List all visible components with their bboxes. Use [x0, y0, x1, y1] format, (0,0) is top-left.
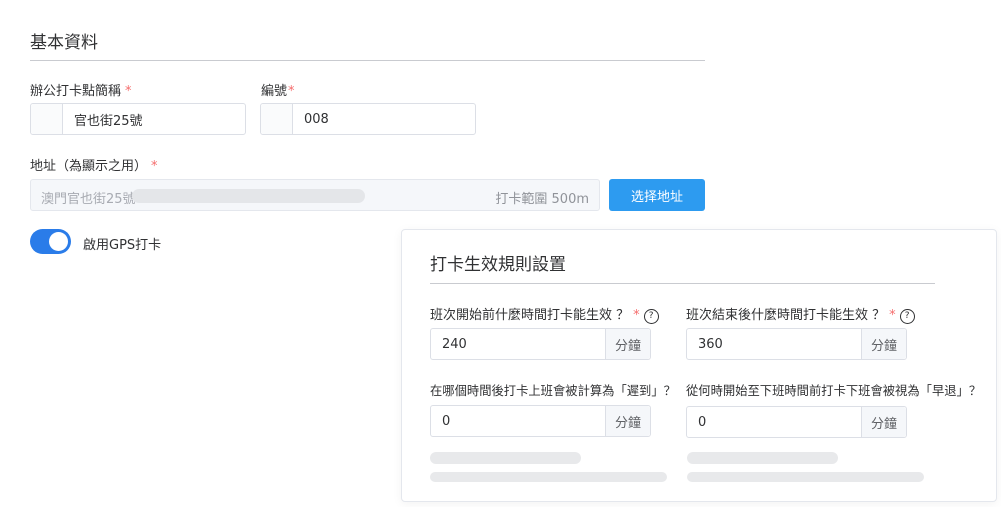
- rule-field-4-label: 從何時開始至下班時間前打卡下班會被視為「早退」？: [686, 381, 981, 399]
- rule-field-4-label-text: 從何時開始至下班時間前打卡下班會被視為「早退」？: [686, 384, 982, 398]
- rule-field-4-input[interactable]: 0 分鐘: [686, 406, 907, 438]
- check-in-rules-card: 打卡生效規則設置 班次開始前什麼時間打卡能生效 ？ *? 240 分鐘 班次結束後…: [401, 229, 997, 502]
- address-redacted-bar: [132, 189, 365, 203]
- required-mark: *: [151, 159, 158, 174]
- help-circle-icon[interactable]: ?: [643, 308, 659, 324]
- skeleton-placeholder: [430, 452, 581, 464]
- name-label-text: 辦公打卡點簡稱: [30, 84, 122, 99]
- unit-minutes-label: 分鐘: [605, 406, 650, 436]
- select-address-button[interactable]: 选择地址: [609, 179, 705, 211]
- rule-field-4-value: 0: [698, 414, 707, 430]
- gps-toggle-label: 啟用GPS打卡: [83, 238, 162, 253]
- rule-field-1-label: 班次開始前什麼時間打卡能生效 ？ *?: [430, 304, 659, 324]
- rule-field-1-input[interactable]: 240 分鐘: [430, 328, 651, 360]
- rules-card-title: 打卡生效規則設置: [430, 255, 566, 275]
- address-input[interactable]: 澳門官也街25號 打卡範圍 500m: [30, 179, 600, 211]
- code-label-text: 編號: [261, 84, 288, 99]
- code-field-label: 編號*: [261, 80, 295, 99]
- toggle-knob: [49, 232, 68, 251]
- rule-field-1-label-text: 班次開始前什麼時間打卡能生效 ？: [430, 308, 630, 323]
- rule-field-1-value: 240: [442, 336, 467, 352]
- required-mark: *: [633, 308, 640, 323]
- check-in-range-text: 打卡範圍 500m: [495, 192, 589, 207]
- address-field-label: 地址（為顯示之用） *: [30, 155, 158, 174]
- address-input-value: 澳門官也街25號: [41, 192, 136, 207]
- rule-field-2-input[interactable]: 360 分鐘: [686, 328, 907, 360]
- code-input-prefix: [261, 104, 293, 134]
- rule-field-2-label: 班次結束後什麼時間打卡能生效 ？ *?: [686, 304, 915, 324]
- name-input-value: 官也街25號: [74, 113, 143, 129]
- skeleton-placeholder: [430, 472, 667, 482]
- name-field-label: 辦公打卡點簡稱 *: [30, 80, 132, 99]
- skeleton-placeholder: [687, 452, 838, 464]
- section-divider: [30, 60, 705, 61]
- rules-card-divider: [430, 283, 935, 284]
- rule-field-2-value: 360: [698, 336, 723, 352]
- section-title-basic-info: 基本資料: [30, 33, 98, 53]
- code-input-value: 008: [304, 111, 329, 127]
- rule-field-3-label: 在哪個時間後打卡上班會被計算為「遲到」？: [430, 381, 676, 399]
- address-label-text: 地址（為顯示之用）: [30, 159, 148, 174]
- skeleton-placeholder: [687, 472, 924, 482]
- rule-field-3-value: 0: [442, 413, 451, 429]
- required-mark: *: [288, 84, 295, 99]
- code-input[interactable]: 008: [260, 103, 476, 135]
- rule-field-3-label-text: 在哪個時間後打卡上班會被計算為「遲到」？: [430, 384, 676, 398]
- gps-toggle-switch[interactable]: [30, 229, 71, 254]
- rule-field-2-label-text: 班次結束後什麼時間打卡能生效 ？: [686, 308, 886, 323]
- rule-field-3-input[interactable]: 0 分鐘: [430, 405, 651, 437]
- name-input-prefix: [31, 104, 63, 134]
- unit-minutes-label: 分鐘: [605, 329, 650, 359]
- name-input[interactable]: 官也街25號: [30, 103, 246, 135]
- unit-minutes-label: 分鐘: [861, 407, 906, 437]
- required-mark: *: [889, 308, 896, 323]
- help-circle-icon[interactable]: ?: [899, 308, 915, 324]
- unit-minutes-label: 分鐘: [861, 329, 906, 359]
- required-mark: *: [125, 84, 132, 99]
